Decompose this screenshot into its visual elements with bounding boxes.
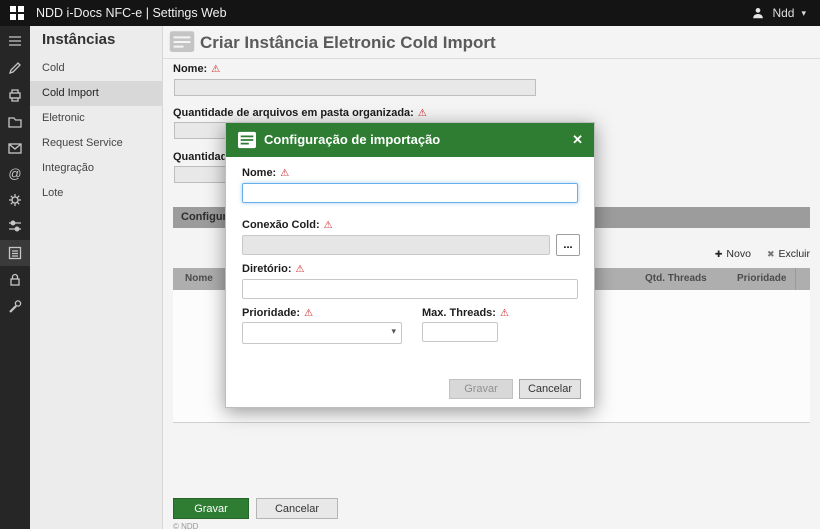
at-icon[interactable]: @	[7, 166, 23, 182]
modal-conexao-label: Conexão Cold:⚠	[242, 219, 333, 231]
sidebar-item-request-service[interactable]: Request Service	[30, 131, 163, 156]
form-icon	[237, 131, 257, 149]
col-prioridade: Prioridade	[737, 268, 786, 290]
gravar-button[interactable]: Gravar	[173, 498, 249, 519]
cancelar-button[interactable]: Cancelar	[256, 498, 338, 519]
warning-icon: ⚠	[324, 220, 333, 231]
qtd-pasta-label: Quantidade de arquivos em pasta organiza…	[173, 107, 427, 119]
col-nome: Nome	[185, 268, 213, 290]
user-menu[interactable]: Ndd ▾	[751, 0, 806, 26]
modal-diretorio-label: Diretório:⚠	[242, 263, 304, 275]
novo-button[interactable]: ✚ Novo	[715, 246, 751, 262]
gear-icon[interactable]	[7, 192, 23, 208]
app-title: NDD i-Docs NFC-e | Settings Web	[36, 0, 227, 26]
col-empty	[795, 268, 810, 290]
modal-gravar-button[interactable]: Gravar	[449, 379, 513, 399]
excluir-button[interactable]: ✖ Excluir	[767, 246, 810, 262]
icon-rail: @	[0, 26, 30, 529]
ndd-logo-icon	[10, 6, 24, 20]
modal-header: Configuração de importação ✕	[226, 123, 594, 157]
sidebar-item-cold-import[interactable]: Cold Import	[30, 81, 163, 106]
modal-conexao-input	[242, 235, 550, 255]
folder-icon[interactable]	[7, 114, 23, 130]
menu-icon[interactable]	[7, 33, 23, 49]
modal-max-threads-label: Max. Threads:⚠	[422, 307, 509, 319]
sidebar: Instâncias Cold Cold Import Eletronic Re…	[30, 26, 163, 529]
sidebar-item-eletronic[interactable]: Eletronic	[30, 106, 163, 131]
prioridade-select-wrap: ▾	[242, 322, 402, 344]
wrench-icon[interactable]	[7, 299, 23, 315]
warning-icon: ⚠	[280, 168, 289, 179]
warning-icon: ⚠	[418, 108, 427, 119]
sliders-icon[interactable]	[7, 218, 23, 234]
page-header: Criar Instância Eletronic Cold Import	[163, 26, 820, 59]
app-root: NDD i-Docs NFC-e | Settings Web Ndd ▾ @ …	[0, 0, 820, 529]
modal-title: Configuração de importação	[264, 123, 440, 157]
page-title: Criar Instância Eletronic Cold Import	[200, 33, 496, 53]
mail-icon[interactable]	[7, 140, 23, 156]
warning-icon: ⚠	[211, 64, 220, 75]
browse-ellipsis-button[interactable]: ...	[556, 234, 580, 256]
topbar: NDD i-Docs NFC-e | Settings Web Ndd ▾	[0, 0, 820, 26]
printer-icon[interactable]	[7, 87, 23, 103]
sidebar-item-integracao[interactable]: Integração	[30, 156, 163, 181]
modal-max-threads-input[interactable]	[422, 322, 498, 342]
lock-icon[interactable]	[7, 272, 23, 288]
modal-prioridade-select[interactable]	[242, 322, 402, 344]
import-config-modal: Configuração de importação ✕ Nome:⚠ Cone…	[225, 122, 595, 408]
form-icon	[169, 30, 195, 54]
sidebar-item-cold[interactable]: Cold	[30, 56, 163, 81]
user-icon	[751, 6, 765, 20]
copyright: © NDD	[173, 522, 198, 529]
warning-icon: ⚠	[500, 308, 509, 319]
modal-nome-label: Nome:⚠	[242, 167, 289, 179]
svg-text:@: @	[8, 166, 21, 181]
modal-cancelar-button[interactable]: Cancelar	[519, 379, 581, 399]
nome-input[interactable]	[174, 79, 536, 96]
modal-diretorio-input[interactable]	[242, 279, 578, 299]
pen-icon[interactable]	[7, 60, 23, 76]
nome-label: Nome:⚠	[173, 63, 220, 75]
warning-icon: ⚠	[296, 264, 305, 275]
modal-nome-input[interactable]	[242, 183, 578, 203]
close-icon[interactable]: ✕	[572, 123, 583, 157]
plus-icon: ✚	[715, 249, 723, 260]
modal-prioridade-label: Prioridade:⚠	[242, 307, 313, 319]
sidebar-title: Instâncias	[42, 31, 115, 48]
user-name: Ndd	[772, 6, 794, 20]
x-icon: ✖	[767, 249, 775, 260]
list-icon[interactable]	[7, 245, 23, 261]
col-qtd-threads: Qtd. Threads	[645, 268, 707, 290]
sidebar-item-lote[interactable]: Lote	[30, 181, 163, 206]
chevron-down-icon: ▾	[801, 8, 806, 19]
warning-icon: ⚠	[304, 308, 313, 319]
